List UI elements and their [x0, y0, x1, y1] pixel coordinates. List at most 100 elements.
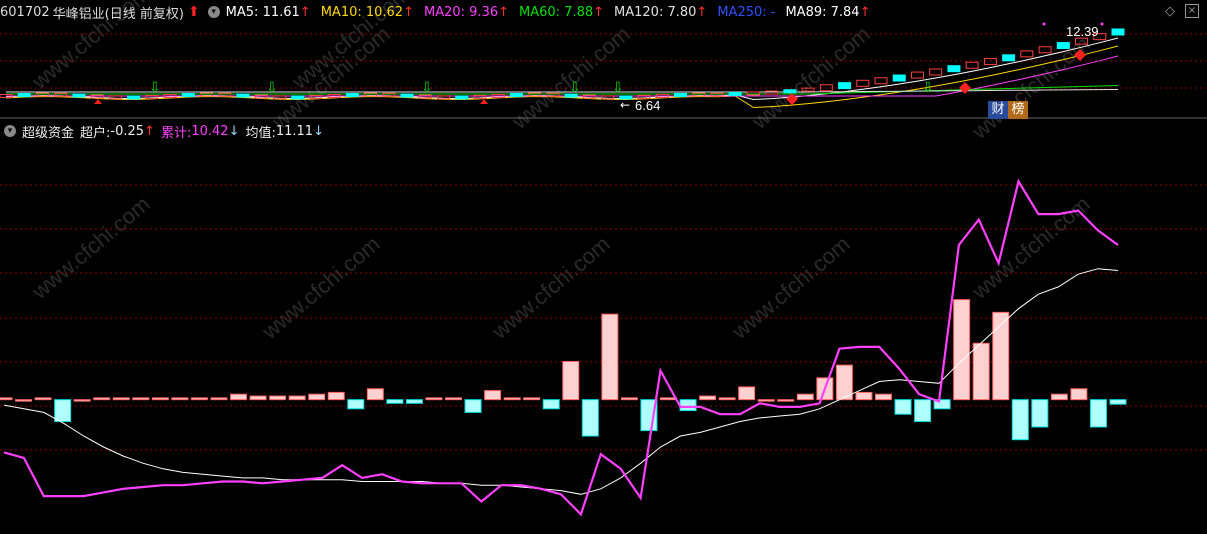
chaohu-bar[interactable]	[347, 399, 365, 410]
candlestick[interactable]	[892, 74, 906, 82]
chaohu-bar[interactable]	[230, 393, 248, 401]
chaohu-bar[interactable]	[288, 395, 306, 401]
chaohu-bar[interactable]	[112, 397, 130, 401]
tag-cai[interactable]: 财	[988, 101, 1008, 119]
chevron-down-icon[interactable]: ▾	[4, 125, 16, 137]
candlestick[interactable]	[1038, 46, 1052, 54]
candlestick[interactable]	[838, 82, 852, 90]
chaohu-bar[interactable]	[0, 397, 13, 401]
chaohu-bar[interactable]	[366, 388, 384, 401]
candlestick[interactable]	[910, 71, 924, 79]
candlestick[interactable]	[272, 95, 286, 100]
candlestick[interactable]	[473, 94, 487, 99]
chaohu-bar[interactable]	[777, 399, 795, 402]
candlestick[interactable]	[345, 92, 359, 97]
chaohu-bar[interactable]	[562, 360, 580, 401]
candlestick[interactable]	[947, 65, 961, 73]
chaohu-bar[interactable]	[15, 399, 33, 402]
candlestick[interactable]	[200, 92, 214, 97]
candlestick[interactable]	[382, 92, 396, 97]
candlestick[interactable]	[1002, 54, 1016, 62]
chaohu-bar[interactable]	[327, 391, 345, 401]
candlestick[interactable]	[783, 89, 797, 94]
chaohu-bar[interactable]	[1109, 399, 1127, 405]
chevron-down-icon[interactable]: ▾	[207, 6, 220, 18]
period-label[interactable]: (日线 前复权)	[105, 3, 184, 22]
diamond-icon[interactable]: ◇	[1165, 4, 1175, 19]
chaohu-bar[interactable]	[93, 397, 111, 401]
chaohu-bar[interactable]	[601, 313, 619, 401]
candlestick[interactable]	[582, 94, 596, 99]
candlestick[interactable]	[965, 61, 979, 69]
candlestick[interactable]	[673, 92, 687, 97]
chaohu-bar[interactable]	[190, 397, 208, 401]
chaohu-bar[interactable]	[953, 299, 971, 401]
candlestick[interactable]	[54, 92, 68, 97]
chaohu-bar[interactable]	[738, 386, 756, 401]
candlestick[interactable]	[108, 95, 122, 100]
candlestick[interactable]	[400, 93, 414, 98]
chaohu-bar[interactable]	[445, 397, 463, 401]
chaohu-bar[interactable]	[718, 397, 736, 401]
candlestick[interactable]	[181, 93, 195, 98]
candlestick[interactable]	[218, 92, 232, 97]
chaohu-bar[interactable]	[874, 393, 892, 401]
chaohu-bar[interactable]	[249, 395, 267, 401]
candlestick[interactable]	[1056, 42, 1070, 50]
candlestick[interactable]	[1111, 28, 1125, 36]
chaohu-bar[interactable]	[308, 393, 326, 401]
chaohu-bar[interactable]	[1011, 399, 1029, 441]
chaohu-bar[interactable]	[464, 399, 482, 413]
chaohu-bar[interactable]	[581, 399, 599, 437]
chaohu-bar[interactable]	[425, 397, 443, 401]
chaohu-bar[interactable]	[210, 397, 228, 401]
chaohu-bar[interactable]	[757, 399, 775, 402]
chaohu-bar[interactable]	[542, 399, 560, 410]
candlestick[interactable]	[236, 93, 250, 98]
chaohu-bar[interactable]	[679, 399, 697, 412]
chaohu-bar[interactable]	[1050, 393, 1068, 401]
chaohu-bar[interactable]	[620, 397, 638, 401]
candlestick[interactable]	[856, 79, 870, 87]
candlestick[interactable]	[291, 95, 305, 100]
candlestick[interactable]	[929, 68, 943, 76]
chaohu-bar[interactable]	[405, 399, 423, 404]
indicator-panel[interactable]	[0, 178, 1127, 517]
candlestick[interactable]	[90, 94, 104, 99]
chaohu-bar[interactable]	[699, 395, 717, 401]
chaohu-bar[interactable]	[151, 397, 169, 401]
candlestick[interactable]	[601, 95, 615, 100]
chaohu-bar[interactable]	[914, 399, 932, 422]
candlestick[interactable]	[35, 92, 49, 97]
candlestick[interactable]	[455, 95, 469, 100]
chaohu-bar[interactable]	[171, 397, 189, 401]
chaohu-bar[interactable]	[894, 399, 912, 415]
leiji-line[interactable]	[3, 178, 1119, 517]
chaohu-bar[interactable]	[1089, 399, 1107, 428]
candlestick[interactable]	[72, 93, 86, 98]
candlestick[interactable]	[364, 92, 378, 97]
close-box-icon[interactable]: ×	[1185, 4, 1199, 18]
candlestick[interactable]	[710, 92, 724, 97]
candlestick[interactable]	[692, 92, 706, 97]
chaohu-bar[interactable]	[855, 391, 873, 401]
chaohu-bar[interactable]	[972, 342, 990, 401]
candlestick[interactable]	[728, 92, 742, 96]
chaohu-bar[interactable]	[73, 399, 91, 402]
chaohu-bar[interactable]	[386, 399, 404, 404]
chaohu-bar[interactable]	[1070, 388, 1088, 401]
candlestick[interactable]	[874, 77, 888, 85]
chaohu-bar[interactable]	[132, 397, 150, 401]
chaohu-bar[interactable]	[659, 397, 677, 401]
chaohu-bar[interactable]	[484, 390, 502, 401]
tag-bang[interactable]: 榜	[1008, 101, 1028, 119]
chaohu-bar[interactable]	[54, 399, 72, 422]
candlestick[interactable]	[983, 58, 997, 66]
chaohu-bar[interactable]	[796, 393, 814, 401]
chaohu-bar[interactable]	[34, 397, 52, 401]
candlestick[interactable]	[1020, 50, 1034, 58]
candlestick[interactable]	[437, 95, 451, 100]
chaohu-bar[interactable]	[1031, 399, 1049, 428]
candlestick[interactable]	[127, 95, 141, 100]
candlestick[interactable]	[17, 93, 31, 98]
